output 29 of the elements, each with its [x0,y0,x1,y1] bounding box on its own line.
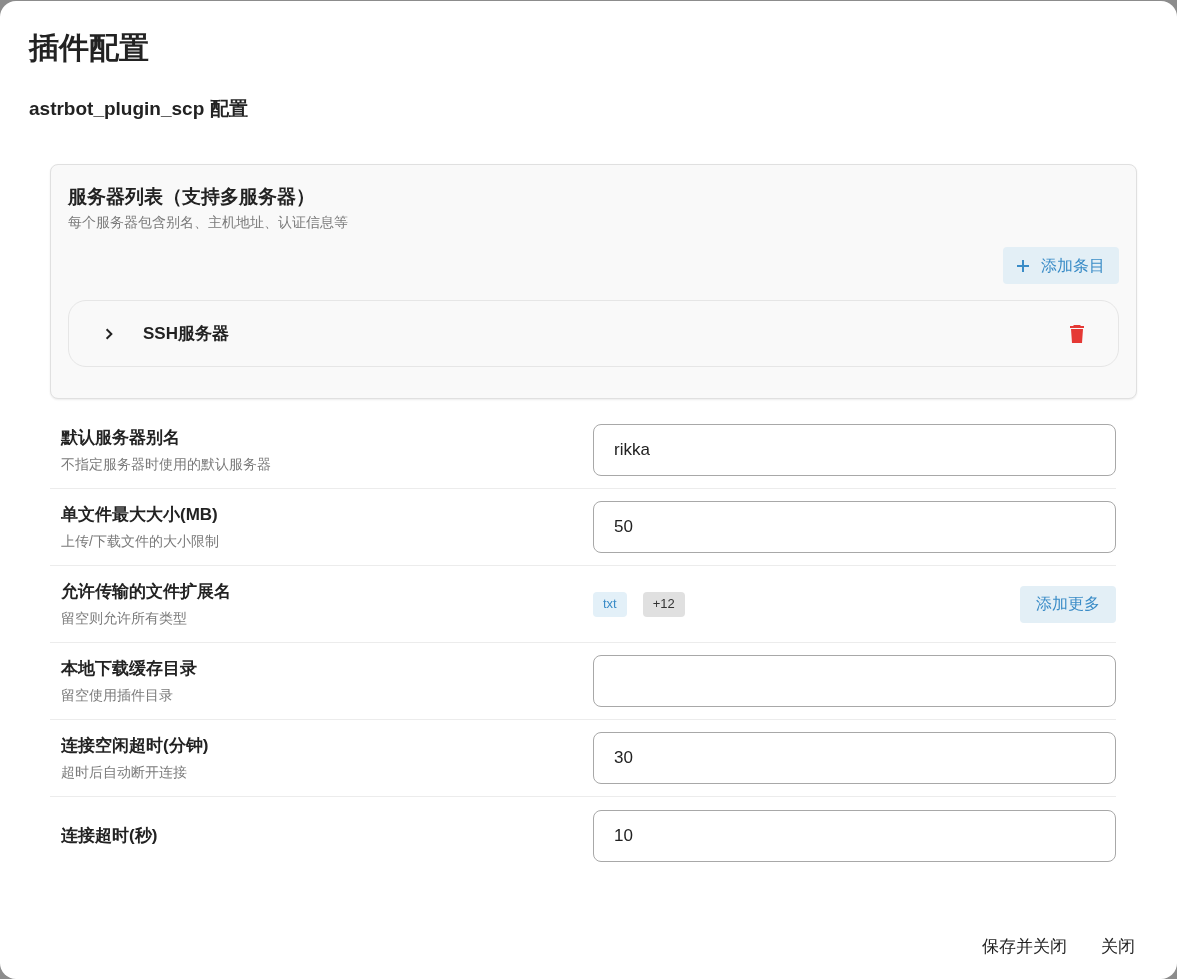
dialog-subtitle: astrbot_plugin_scp 配置 [29,97,249,121]
footer-button[interactable]: 保存并关闭 [974,929,1075,965]
text-field[interactable]: rikka [593,424,1116,476]
field-description: 超时后自动断开连接 [61,763,188,782]
field-description: 不指定服务器时使用的默认服务器 [61,455,272,474]
server-item-title: SSH服务器 [143,322,229,345]
field-description: 留空则允许所有类型 [61,609,188,628]
card-title: 服务器列表（支持多服务器） [68,185,316,209]
dialog-title: 插件配置 [29,30,150,66]
field-label: 允许传输的文件扩展名 [61,581,232,603]
field-description: 留空使用插件目录 [61,686,174,705]
field-label: 本地下载缓存目录 [61,658,198,680]
field-label: 默认服务器别名 [61,427,181,449]
trash-icon[interactable] [1070,324,1084,343]
text-field[interactable]: 50 [593,501,1116,553]
field-label: 单文件最大大小(MB) [61,504,219,526]
field-label: 连接超时(秒) [61,824,159,847]
server-item[interactable]: SSH服务器 [68,300,1119,367]
footer-button[interactable]: 关闭 [1093,929,1143,965]
text-field[interactable]: 30 [593,732,1116,784]
field-description: 上传/下载文件的大小限制 [61,532,220,551]
card-description: 每个服务器包含别名、主机地址、认证信息等 [68,213,349,232]
text-field[interactable] [593,655,1116,707]
chevron-icon[interactable] [105,327,113,340]
plus-icon [1017,259,1029,272]
text-field[interactable]: 10 [593,809,1116,862]
more-count-tag: +12 [642,591,685,617]
field-label: 连接空闲超时(分钟) [61,735,210,757]
extension-tag: txt [593,591,627,617]
